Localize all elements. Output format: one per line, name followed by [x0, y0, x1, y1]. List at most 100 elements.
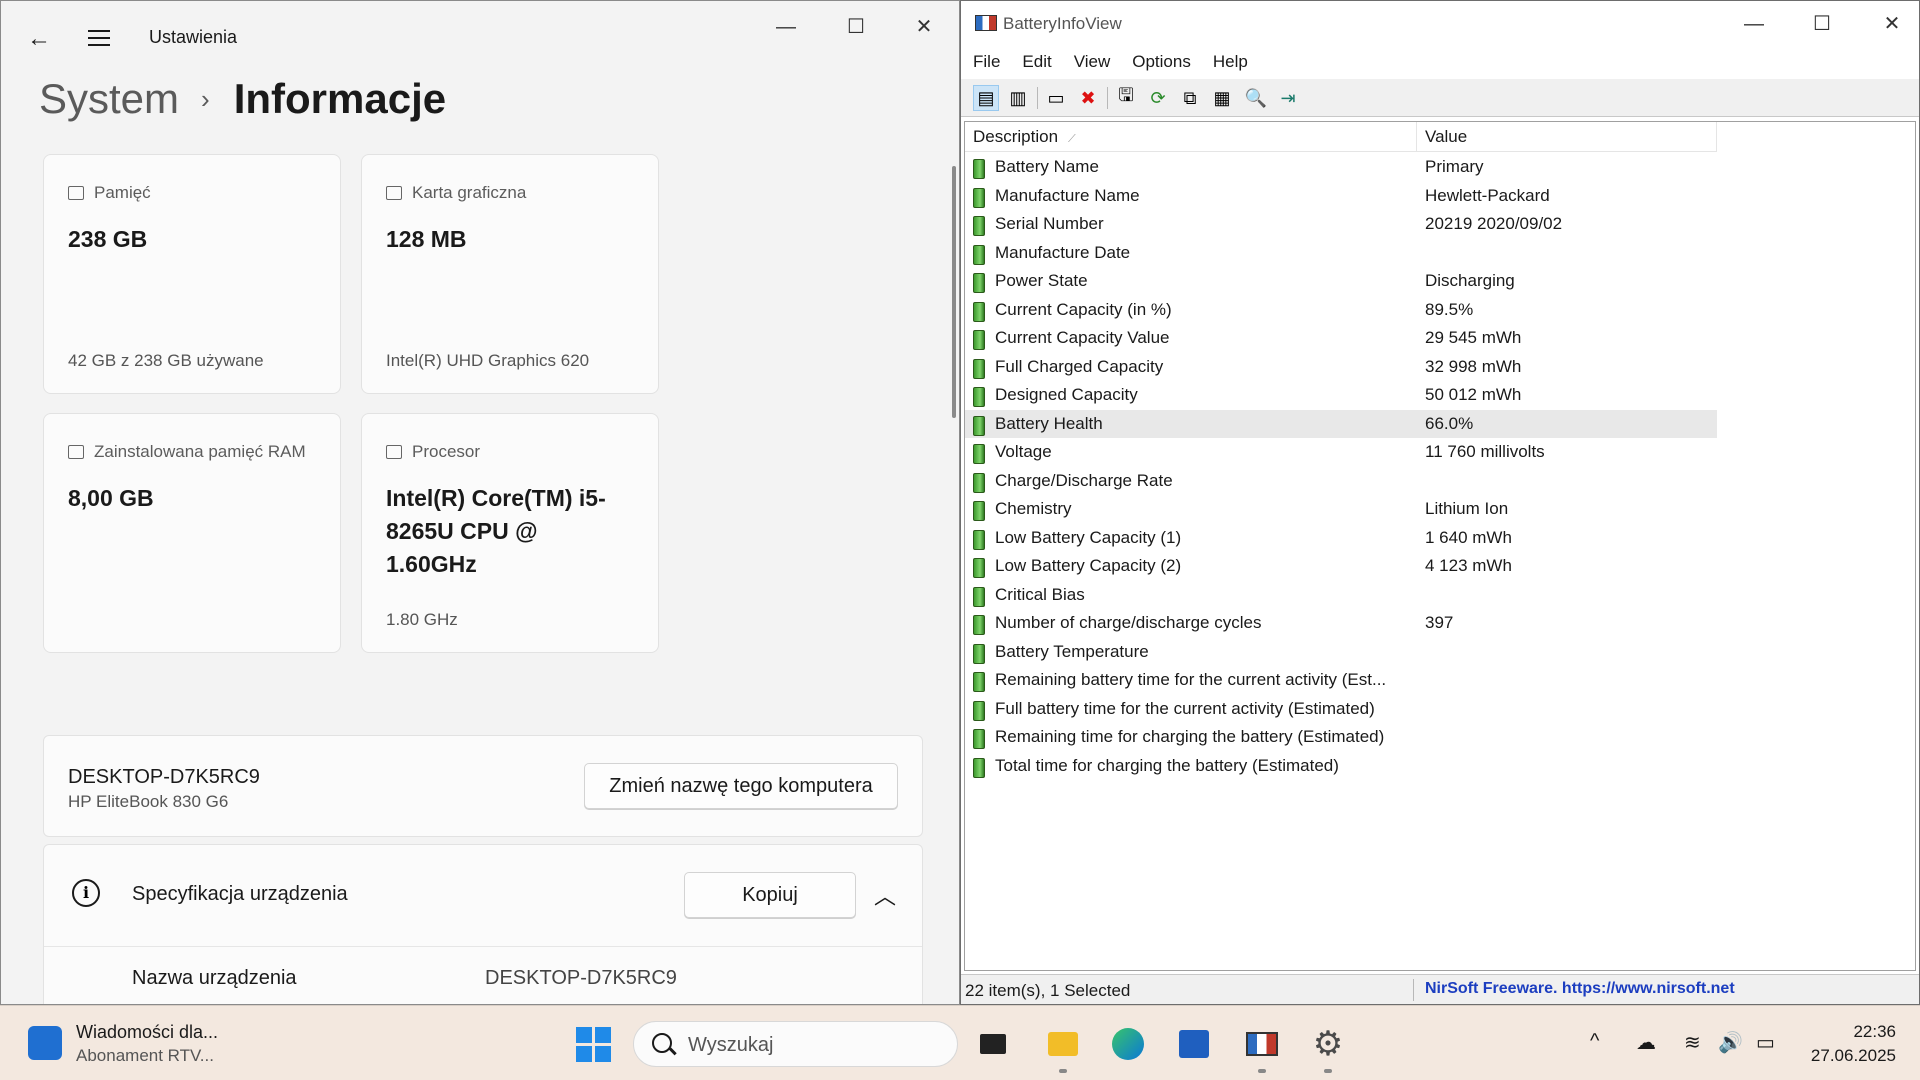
- back-arrow-icon[interactable]: ←: [25, 25, 53, 53]
- storage-label: Pamięć: [94, 183, 151, 202]
- spec-key-device-name: Nazwa urządzenia: [132, 967, 297, 989]
- news-widget-subtitle[interactable]: Abonament RTV...: [76, 1046, 214, 1066]
- table-row[interactable]: Low Battery Capacity (1) 1 640 mWh: [965, 524, 1717, 553]
- close-icon[interactable]: ✕: [1869, 10, 1915, 38]
- table-row[interactable]: Critical Bias: [965, 581, 1717, 610]
- menu-options[interactable]: Options: [1132, 52, 1191, 72]
- clock-date[interactable]: 27.06.2025: [1796, 1046, 1896, 1066]
- delete-icon[interactable]: ✖: [1075, 85, 1101, 111]
- clock-time[interactable]: 22:36: [1836, 1022, 1896, 1042]
- rename-pc-button[interactable]: Zmień nazwę tego komputera: [584, 763, 898, 809]
- battery-info-list[interactable]: Description ⟋ Value Battery Name Primary Ma…: [964, 121, 1916, 971]
- battery-row-icon: [973, 216, 985, 236]
- table-row[interactable]: Power State Discharging: [965, 267, 1717, 296]
- table-row[interactable]: Low Battery Capacity (2) 4 123 mWh: [965, 552, 1717, 581]
- save-icon[interactable]: 🖫: [1113, 85, 1139, 111]
- table-row[interactable]: Manufacture Date: [965, 239, 1717, 268]
- battery-info-mode-icon[interactable]: ▤: [973, 85, 999, 111]
- scrollbar[interactable]: [952, 166, 956, 418]
- edge-icon[interactable]: [1108, 1024, 1148, 1064]
- news-widget-title[interactable]: Wiadomości dla...: [76, 1022, 218, 1043]
- battery-row-icon: [973, 358, 985, 379]
- find-icon[interactable]: 🔍: [1243, 85, 1269, 111]
- row-value: 66.0%: [1425, 413, 1474, 433]
- battery-row-icon: [973, 558, 985, 578]
- volume-icon[interactable]: 🔊: [1718, 1030, 1743, 1055]
- start-icon[interactable]: [573, 1024, 613, 1064]
- table-row[interactable]: Total time for charging the battery (Est…: [965, 752, 1717, 781]
- file-explorer-icon[interactable]: [1043, 1024, 1083, 1064]
- graphics-card[interactable]: Karta graficzna 128 MB Intel(R) UHD Grap…: [361, 154, 659, 394]
- news-icon[interactable]: [28, 1026, 62, 1060]
- store-icon[interactable]: [1174, 1024, 1214, 1064]
- column-header-description[interactable]: Description ⟋: [965, 122, 1417, 152]
- table-row[interactable]: Battery Name Primary: [965, 153, 1717, 182]
- properties-icon[interactable]: ▭: [1043, 85, 1069, 111]
- menu-view[interactable]: View: [1074, 52, 1111, 72]
- nirsoft-link[interactable]: NirSoft Freeware. https://www.nirsoft.ne…: [1425, 980, 1735, 998]
- table-row[interactable]: Chemistry Lithium Ion: [965, 495, 1717, 524]
- row-description: Total time for charging the battery (Est…: [995, 755, 1339, 775]
- wifi-icon[interactable]: ≋: [1684, 1030, 1701, 1055]
- menu-edit[interactable]: Edit: [1022, 52, 1051, 72]
- table-row[interactable]: Remaining battery time for the current a…: [965, 666, 1717, 695]
- ram-label: Zainstalowana pamięć RAM: [94, 442, 306, 461]
- html-report-icon[interactable]: ▦: [1209, 85, 1235, 111]
- table-row[interactable]: Full Charged Capacity 32 998 mWh: [965, 353, 1717, 382]
- running-indicator: [1324, 1069, 1332, 1073]
- search-box[interactable]: Wyszukaj: [633, 1021, 958, 1067]
- copy-icon[interactable]: ⧉: [1177, 85, 1203, 111]
- exit-icon[interactable]: ⇥: [1275, 85, 1301, 111]
- battery-icon[interactable]: ▭: [1756, 1030, 1775, 1055]
- menu-file[interactable]: File: [973, 52, 1000, 72]
- chevron-up-icon[interactable]: ︿: [874, 879, 896, 911]
- copy-button[interactable]: Kopiuj: [684, 872, 856, 918]
- battery-log-mode-icon[interactable]: ▥: [1005, 85, 1031, 111]
- task-view-icon[interactable]: [973, 1024, 1013, 1064]
- ram-card[interactable]: Zainstalowana pamięć RAM 8,00 GB: [43, 413, 341, 653]
- chevron-up-icon[interactable]: ^: [1590, 1030, 1599, 1053]
- table-row[interactable]: Current Capacity (in %) 89.5%: [965, 296, 1717, 325]
- table-row[interactable]: Current Capacity Value 29 545 mWh: [965, 324, 1717, 353]
- settings-gear-icon[interactable]: ⚙: [1308, 1024, 1348, 1064]
- taskbar: Wiadomości dla... Abonament RTV... Wyszu…: [0, 1005, 1920, 1080]
- storage-card[interactable]: Pamięć 238 GB 42 GB z 238 GB używane: [43, 154, 341, 394]
- status-divider: [1413, 979, 1414, 1001]
- table-row[interactable]: Full battery time for the current activi…: [965, 695, 1717, 724]
- minimize-icon[interactable]: —: [1731, 10, 1777, 38]
- processor-card[interactable]: Procesor Intel(R) Core(TM) i5-8265U CPU …: [361, 413, 659, 653]
- row-value: 20219 2020/09/02: [1425, 214, 1563, 233]
- table-row[interactable]: Voltage 11 760 millivolts: [965, 438, 1717, 467]
- close-icon[interactable]: ✕: [901, 13, 947, 41]
- maximize-icon[interactable]: ☐: [833, 13, 879, 41]
- column-header-description-label: Description: [973, 127, 1059, 146]
- menu-help[interactable]: Help: [1213, 52, 1248, 72]
- battery-row-icon: [973, 615, 985, 635]
- refresh-icon[interactable]: ⟳: [1145, 85, 1171, 111]
- table-row[interactable]: Serial Number 20219 2020/09/02: [965, 210, 1717, 239]
- table-row[interactable]: Designed Capacity 50 012 mWh: [965, 381, 1717, 410]
- sort-arrow-icon: ⟋: [1068, 133, 1076, 145]
- onedrive-icon[interactable]: ☁: [1636, 1030, 1656, 1055]
- row-description: Power State: [995, 271, 1088, 290]
- table-row[interactable]: Number of charge/discharge cycles 397: [965, 609, 1717, 638]
- breadcrumb-system[interactable]: System: [39, 75, 179, 123]
- toolbar-separator: [1107, 87, 1108, 109]
- column-header-value[interactable]: Value: [1417, 122, 1717, 152]
- minimize-icon[interactable]: —: [763, 13, 809, 41]
- battery-app-icon: [975, 15, 997, 31]
- maximize-icon[interactable]: ☐: [1799, 10, 1845, 38]
- table-row[interactable]: Manufacture Name Hewlett-Packard: [965, 182, 1717, 211]
- table-row[interactable]: Charge/Discharge Rate: [965, 467, 1717, 496]
- table-row[interactable]: Remaining time for charging the battery …: [965, 723, 1717, 752]
- hamburger-menu-icon[interactable]: [85, 25, 113, 53]
- row-description: Remaining battery time for the current a…: [995, 670, 1387, 689]
- batteryinfoview-taskbar-icon[interactable]: [1242, 1024, 1282, 1064]
- table-row[interactable]: Battery Health 66.0%: [965, 409, 1717, 438]
- row-value: 29 545 mWh: [1425, 328, 1522, 347]
- row-description: Voltage: [995, 442, 1052, 461]
- row-value: 89.5%: [1425, 299, 1474, 319]
- table-row[interactable]: Battery Temperature: [965, 638, 1717, 667]
- battery-row-icon: [973, 729, 985, 749]
- battery-row-icon: [973, 330, 985, 350]
